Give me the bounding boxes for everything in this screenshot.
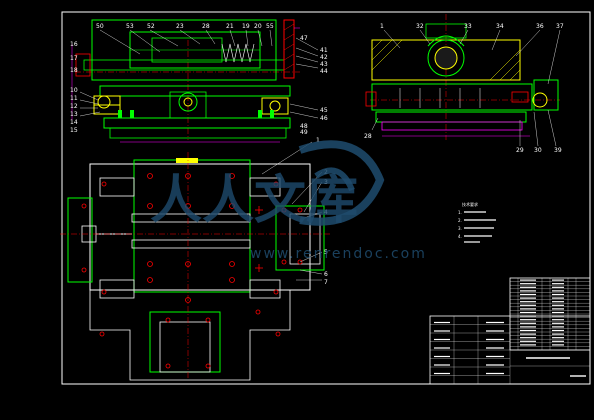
callout-top: 55 (266, 23, 274, 30)
callout-right: 45 (320, 107, 328, 114)
callout-right: 43 (320, 61, 328, 68)
cad-drawing: 50 53 52 23 28 21 19 20 55 10 11 12 13 1… (0, 0, 594, 420)
callout-top: 28 (202, 23, 210, 30)
callout-side-top: 37 (556, 23, 564, 30)
callout-left: 14 (70, 119, 78, 126)
callout-plan: 6 (324, 271, 328, 278)
callout-side-bottom: 28 (364, 133, 372, 140)
callout-top: 50 (96, 23, 104, 30)
callout-right: 49 (300, 129, 308, 136)
callout-side-bottom: 39 (554, 147, 562, 154)
callout-left: 13 (70, 111, 78, 118)
watermark-text: 人人文库 (150, 171, 358, 231)
callout-side-top: 33 (464, 23, 472, 30)
callout-left: 12 (70, 103, 78, 110)
callout-right: 47 (300, 35, 308, 42)
callout-side-top: 36 (536, 23, 544, 30)
callout-left: 18 (70, 67, 78, 74)
callout-left: 16 (70, 41, 78, 48)
tech-requirement-line: 1. (458, 210, 462, 215)
parts-list (509, 277, 591, 351)
callout-right: 41 (320, 47, 328, 54)
callout-right: 42 (320, 54, 328, 61)
tech-requirements-title: 技术要求 (462, 201, 478, 207)
callout-right: 46 (320, 115, 328, 122)
callout-top: 52 (147, 23, 155, 30)
tech-requirement-line: 2. (458, 218, 462, 223)
callout-top: 20 (254, 23, 262, 30)
callout-left: 17 (70, 55, 78, 62)
callout-side-top: 34 (496, 23, 504, 30)
watermark-url: www.renrendoc.com (250, 246, 427, 262)
callout-right: 44 (320, 68, 328, 75)
callout-top: 53 (126, 23, 134, 30)
callout-top: 19 (242, 23, 250, 30)
callout-side-top: 32 (416, 23, 424, 30)
callout-top: 23 (176, 23, 184, 30)
callout-side-bottom: 29 (516, 147, 524, 154)
callout-left: 10 (70, 87, 78, 94)
callout-left: 11 (70, 95, 78, 102)
tech-requirement-line: 3. (458, 226, 462, 231)
callout-side-top: 1 (380, 23, 384, 30)
callout-left: 15 (70, 127, 78, 134)
callout-side-bottom: 30 (534, 147, 542, 154)
tech-requirement-line: 4. (458, 234, 462, 239)
callout-top: 21 (226, 23, 234, 30)
callout-plan: 7 (324, 279, 328, 286)
